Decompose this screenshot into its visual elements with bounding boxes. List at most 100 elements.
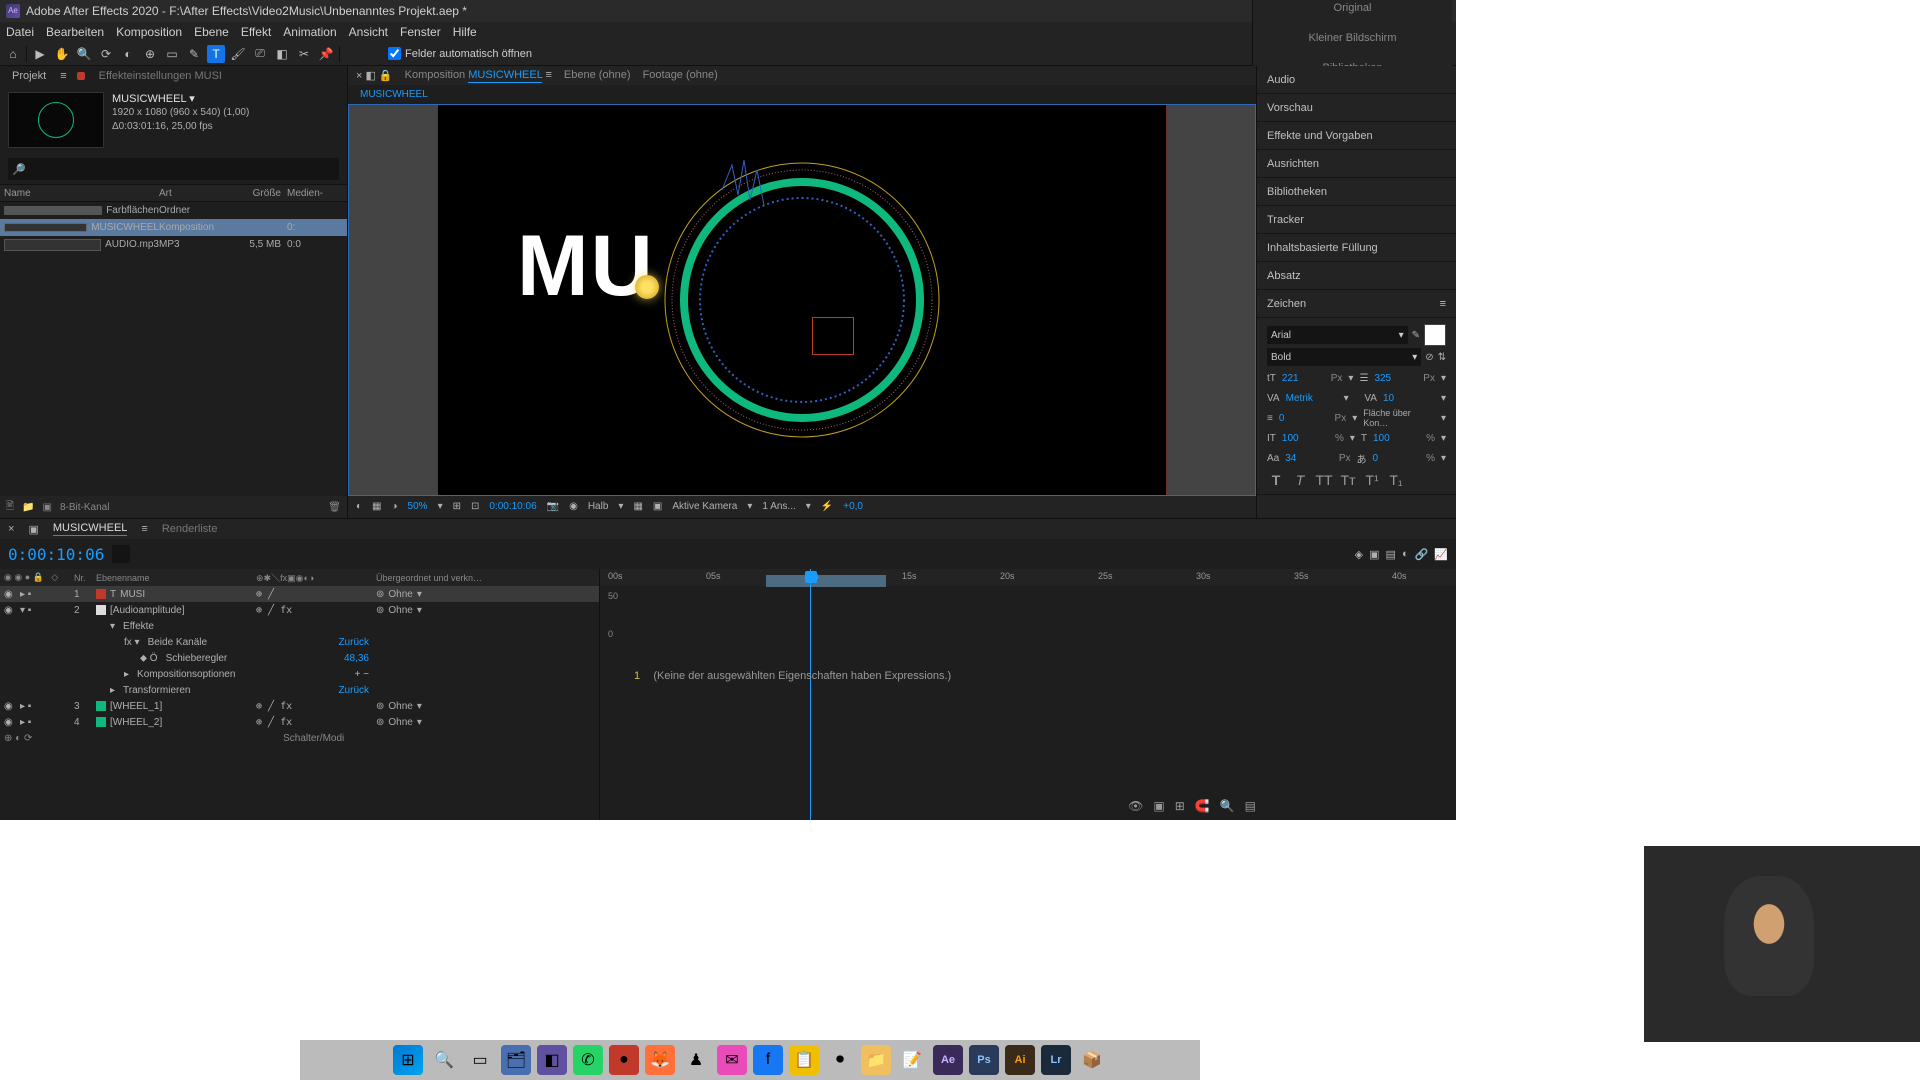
resolution-select[interactable]: Halb — [588, 501, 609, 512]
pen-tool-icon[interactable]: ✎ — [185, 45, 203, 63]
project-search[interactable]: 🔎 — [8, 158, 339, 180]
start-button[interactable]: ⊞ — [393, 1045, 423, 1075]
sub-effekte[interactable]: ▾ Effekte — [0, 618, 599, 634]
tsume[interactable]: 0 — [1372, 453, 1420, 464]
zoom-tool-icon[interactable]: 🔍 — [75, 45, 93, 63]
noFill-icon[interactable]: ⊘ — [1425, 352, 1433, 363]
bold-button[interactable]: T — [1267, 472, 1285, 488]
menu-ansicht[interactable]: Ansicht — [349, 25, 388, 39]
eyedropper-icon[interactable]: ✎ — [1412, 330, 1420, 341]
project-row-folder[interactable]: Farbflächen Ordner — [0, 202, 347, 219]
panel-zeichen[interactable]: Zeichen≡ — [1257, 290, 1456, 318]
sub-slider[interactable]: ⬥ Ö Schieberegler48,36 — [0, 650, 599, 666]
rect-tool-icon[interactable]: ▭ — [163, 45, 181, 63]
tl-graph-icon[interactable]: 📈 — [1434, 548, 1448, 561]
comp-name-label[interactable]: MUSICWHEEL ▾ — [112, 92, 249, 106]
timeline-tab[interactable]: MUSICWHEEL — [53, 522, 128, 536]
snapshot-icon[interactable]: 📷 — [547, 501, 559, 512]
stroke-width[interactable]: 0 — [1279, 413, 1329, 424]
ge-box-icon[interactable]: ▣ — [1153, 799, 1164, 813]
tl-icon-2[interactable]: ▣ — [1369, 548, 1379, 561]
layer-tab[interactable]: Ebene (ohne) — [564, 69, 631, 81]
smallcaps-button[interactable]: Tᴛ — [1339, 472, 1357, 488]
ge-snap-icon[interactable]: ⊞ — [1175, 799, 1185, 813]
comp-breadcrumb[interactable]: MUSICWHEEL — [360, 89, 428, 100]
stamp-tool-icon[interactable]: ⎚ — [251, 45, 269, 63]
taskbar-app-4[interactable]: 📋 — [789, 1045, 819, 1075]
font-size[interactable]: 221 — [1282, 373, 1325, 384]
guide-icon[interactable]: ⊡ — [471, 501, 479, 512]
trash-icon[interactable]: 🗑 — [328, 502, 341, 513]
ge-fit-icon[interactable]: 🔍 — [1220, 799, 1235, 813]
col-art[interactable]: Art — [159, 188, 231, 199]
col-media[interactable]: Medien- — [281, 188, 321, 199]
cti-head-icon[interactable] — [805, 571, 817, 583]
panel-vorschau[interactable]: Vorschau — [1257, 94, 1456, 122]
layer-row-2[interactable]: ◉▾ ▪2 [Audioamplitude] ⊕ ╱ fx ⊚ Ohne ▾ — [0, 602, 599, 618]
kerning[interactable]: Metrik — [1286, 393, 1338, 404]
switches-modes-toggle[interactable]: Schalter/Modi — [283, 733, 344, 744]
ge-eye-icon[interactable]: 👁 — [1128, 799, 1143, 813]
workspace-kleiner[interactable]: Kleiner Bildschirm — [1308, 32, 1396, 44]
menu-ebene[interactable]: Ebene — [194, 25, 229, 39]
swap-icon[interactable]: ⇅ — [1438, 352, 1446, 363]
ge-auto-icon[interactable]: ▤ — [1245, 799, 1256, 813]
eraser-tool-icon[interactable]: ◧ — [273, 45, 291, 63]
current-time-indicator[interactable] — [810, 569, 811, 820]
menu-animation[interactable]: Animation — [283, 25, 336, 39]
taskbar-app-5[interactable]: 📦 — [1077, 1045, 1107, 1075]
sub-compopts[interactable]: ▸ Kompositionsoptionen+ − — [0, 666, 599, 682]
timeline-timecode[interactable]: 0:00:10:06 — [8, 545, 104, 564]
stroke-style[interactable]: Fläche über Kon… — [1363, 408, 1435, 428]
tl-icon-4[interactable]: ◐ — [1402, 548, 1409, 561]
taskbar-fileexplorer-icon[interactable]: 📁 — [861, 1045, 891, 1075]
superscript-button[interactable]: T¹ — [1363, 472, 1381, 488]
menu-bearbeiten[interactable]: Bearbeiten — [46, 25, 104, 39]
footage-tab[interactable]: Footage (ohne) — [643, 69, 718, 81]
tracking[interactable]: 10 — [1383, 393, 1435, 404]
menu-komposition[interactable]: Komposition — [116, 25, 182, 39]
work-area-bar[interactable] — [766, 575, 886, 587]
selection-tool-icon[interactable]: ▶ — [31, 45, 49, 63]
project-row-audio[interactable]: AUDIO.mp3 MP35,5 MB0:0 — [0, 236, 347, 253]
tl-icon-1[interactable]: ◈ — [1355, 548, 1363, 561]
panel-bibliotheken[interactable]: Bibliotheken — [1257, 178, 1456, 206]
region-icon[interactable]: ▣ — [653, 501, 662, 512]
rotate-tool-icon[interactable]: ◐ — [119, 45, 137, 63]
alpha-icon[interactable]: ◐ — [356, 501, 362, 512]
autoopen-checkbox[interactable] — [388, 47, 401, 60]
leading[interactable]: 325 — [1374, 373, 1417, 384]
taskbar-search-icon[interactable]: 🔍 — [429, 1045, 459, 1075]
composition-viewport[interactable]: MU — [348, 104, 1256, 496]
interpret-icon[interactable]: 🖹 — [6, 499, 14, 516]
time-ruler[interactable]: 00s 05s 10s 15s 20s 25s 30s 35s 40s — [600, 569, 1456, 586]
camera-select[interactable]: Aktive Kamera — [672, 501, 737, 512]
comp-tab-icons[interactable]: × ◧ 🔒 — [356, 69, 393, 82]
tl-close-icon[interactable]: × — [8, 523, 14, 535]
stage-text[interactable]: MU — [517, 217, 655, 316]
renderlist-tab[interactable]: Renderliste — [162, 523, 218, 535]
fast-preview-icon[interactable]: ⚡ — [821, 501, 833, 512]
channel-icon[interactable]: ◉ — [569, 501, 578, 512]
type-tool-icon[interactable]: T — [207, 45, 225, 63]
allcaps-button[interactable]: TT — [1315, 472, 1333, 488]
timeline-search[interactable] — [112, 545, 130, 563]
font-family-select[interactable]: Arial▾ — [1267, 326, 1408, 344]
taskbar-facebook-icon[interactable]: f — [753, 1045, 783, 1075]
col-size[interactable]: Größe — [231, 188, 281, 199]
roto-tool-icon[interactable]: ✂ — [295, 45, 313, 63]
panel-inhaltsfuellung[interactable]: Inhaltsbasierte Füllung — [1257, 234, 1456, 262]
taskbar-app-2[interactable]: ● — [609, 1045, 639, 1075]
panel-tracker[interactable]: Tracker — [1257, 206, 1456, 234]
taskbar-lr-icon[interactable]: Lr — [1041, 1045, 1071, 1075]
hand-tool-icon[interactable]: ✋ — [53, 45, 71, 63]
tl-icon-5[interactable]: 🔗 — [1415, 548, 1429, 561]
taskbar-explorer-icon[interactable]: 🗂 — [501, 1045, 531, 1075]
comp-thumbnail[interactable] — [8, 92, 104, 148]
tl-toggle-icons[interactable]: ⊕ ◐ ⟳ — [4, 733, 32, 744]
brush-tool-icon[interactable]: 🖌 — [229, 45, 247, 63]
res-icon[interactable]: ⊞ — [453, 501, 461, 512]
taskbar-taskview-icon[interactable]: ▭ — [465, 1045, 495, 1075]
taskbar-ps-icon[interactable]: Ps — [969, 1045, 999, 1075]
view-select[interactable]: 1 Ans... — [762, 501, 795, 512]
